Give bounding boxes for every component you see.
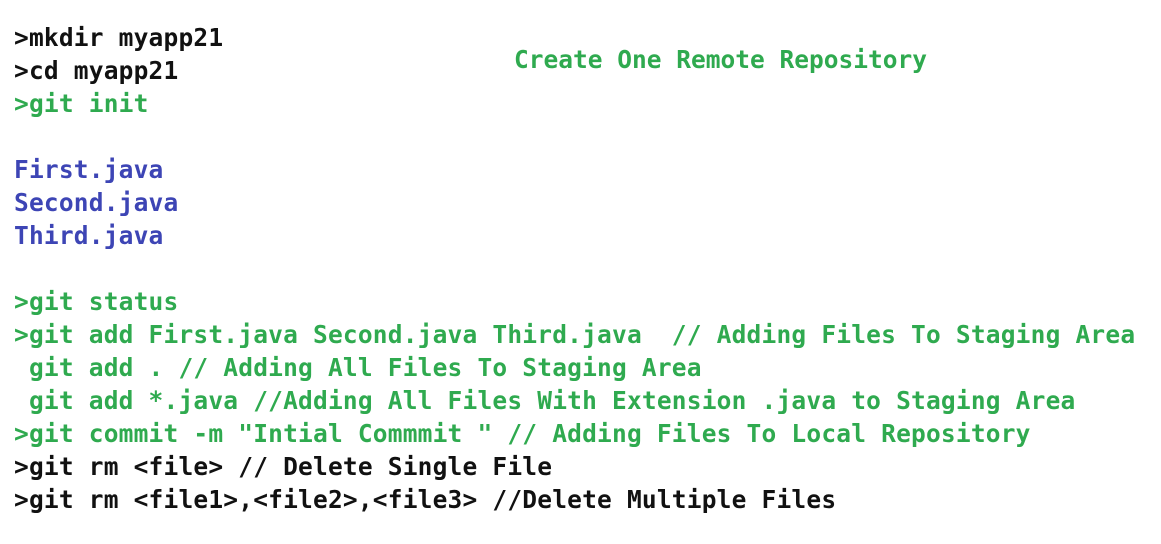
command-git-add-all: git add . // Adding All Files To Staging… bbox=[14, 353, 702, 382]
command-git-rm-multiple: >git rm <file1>,<file2>,<file3> //Delete… bbox=[14, 485, 837, 514]
command-cd: >cd myapp21 bbox=[14, 56, 179, 85]
command-mkdir: >mkdir myapp21 bbox=[14, 23, 224, 52]
command-git-status: >git status bbox=[14, 287, 179, 316]
command-git-commit: >git commit -m "Intial Commmit " // Addi… bbox=[14, 419, 1031, 448]
command-git-add-java: git add *.java //Adding All Files With E… bbox=[14, 386, 1076, 415]
file-third-java: Third.java bbox=[14, 221, 164, 250]
file-second-java: Second.java bbox=[14, 188, 179, 217]
command-git-init: >git init bbox=[14, 89, 149, 118]
command-git-rm-single: >git rm <file> // Delete Single File bbox=[14, 452, 553, 481]
command-git-add-files: >git add First.java Second.java Third.ja… bbox=[14, 320, 1136, 349]
note-title: Create One Remote Repository bbox=[514, 45, 928, 74]
file-first-java: First.java bbox=[14, 155, 164, 184]
